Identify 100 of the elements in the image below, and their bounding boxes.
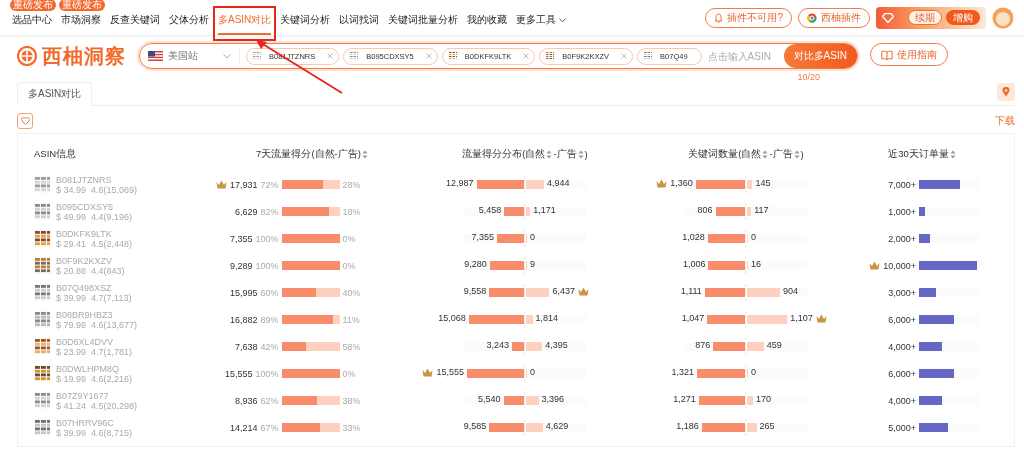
price: $ 49.99	[56, 211, 87, 222]
close-icon[interactable]	[621, 53, 628, 59]
sort-icon[interactable]	[762, 149, 769, 159]
plugin-button[interactable]: 插件不可用?	[705, 7, 792, 28]
cell-value: 1,814	[535, 313, 559, 323]
browser-icon	[807, 12, 817, 23]
asin-count: 10/20	[797, 72, 820, 82]
rating: 4.4(843)	[91, 265, 125, 276]
cell-value: 0	[751, 232, 756, 242]
organic-percent: 89%	[260, 314, 279, 325]
nav-item[interactable]: 多ASIN对比	[218, 13, 272, 35]
cell-value: 3,396	[541, 394, 565, 404]
cell-value: 1,006	[682, 259, 706, 269]
cell-value: 1,107	[790, 313, 813, 323]
buy-button[interactable]: 增购	[946, 10, 980, 25]
asin-code[interactable]: B0DWLHPM8Q	[56, 363, 133, 374]
asin-code[interactable]: B095CDXSY5	[56, 201, 133, 212]
sort-icon[interactable]	[361, 149, 368, 159]
brand-name: 西柚洞察	[42, 43, 126, 69]
heart-icon	[20, 117, 30, 125]
organic-percent: 100%	[255, 260, 279, 271]
nav-item[interactable]: 以词找词	[339, 13, 380, 35]
nav-item[interactable]: 父体分析	[169, 13, 209, 35]
asin-code[interactable]: B07HRRV96C	[56, 417, 133, 428]
order-count: 4,000+	[888, 395, 916, 406]
cell-value: 117	[754, 205, 769, 215]
nav-item[interactable]: 关键词分析	[280, 13, 331, 35]
rating: 4.4(9,196)	[91, 211, 133, 222]
order-count: 5,000+	[888, 422, 916, 433]
rating: 4.5(2,448)	[91, 238, 133, 249]
sort-icon[interactable]	[546, 149, 553, 159]
cell-value: 0	[530, 367, 535, 377]
column-header: 流量得分分布(自然	[462, 147, 546, 161]
score-value: 15,555	[224, 368, 253, 379]
asin-code[interactable]: B08BR9HBZ3	[56, 309, 138, 320]
cell-value: 0	[530, 232, 535, 242]
asin-code[interactable]: B07Z9Y1677	[56, 390, 138, 401]
asin-input[interactable]: 点击输入ASIN	[707, 50, 778, 62]
badge: 重磅发布	[59, 0, 105, 11]
price: $ 29.41	[56, 238, 87, 249]
bell-icon	[714, 12, 724, 23]
organic-percent: 82%	[260, 206, 279, 217]
ad-percent: 38%	[342, 395, 361, 406]
pin-button[interactable]	[997, 83, 1015, 101]
book-icon	[880, 49, 893, 60]
sort-icon[interactable]	[793, 149, 800, 159]
order-count: 6,000+	[888, 314, 916, 325]
order-count: 6,000+	[888, 368, 916, 379]
tab[interactable]: 多ASIN对比	[17, 82, 93, 106]
column-header: ASIN信息	[34, 147, 77, 161]
nav-item[interactable]: 我的收藏	[467, 13, 508, 35]
chevron-icon	[223, 53, 231, 59]
flag-icon	[148, 51, 163, 61]
column-header: )	[800, 148, 804, 160]
rating: 4.7(1,781)	[91, 346, 133, 357]
nav-item[interactable]: 关键词批量分析	[388, 13, 459, 35]
cell-value: 1,360	[670, 178, 693, 188]
asin-code[interactable]: B0F9K2KXZV	[56, 255, 125, 266]
close-icon[interactable]	[327, 53, 334, 59]
cell-value: 1,171	[533, 205, 556, 215]
nav-item[interactable]: 选品中心	[12, 13, 52, 35]
cell-value: 459	[766, 340, 782, 350]
score-value: 15,995	[229, 287, 258, 298]
cell-value: 15,068	[438, 313, 466, 323]
organic-percent: 72%	[260, 179, 279, 190]
avatar-icon[interactable]	[992, 6, 1014, 29]
rating: 4.5(20,298)	[91, 400, 138, 411]
sort-icon[interactable]	[949, 149, 956, 159]
cell-value: 806	[697, 205, 713, 215]
cell-value: 265	[759, 421, 775, 431]
nav-item[interactable]: 更多工具	[516, 13, 567, 35]
cell-value: 0	[751, 367, 756, 377]
nav-item[interactable]: 市场洞察	[61, 13, 101, 35]
score-value: 6,629	[234, 206, 258, 217]
nav-item[interactable]: 反查关键词	[110, 13, 160, 35]
guide-button[interactable]: 使用指南	[869, 43, 948, 66]
column-header: 关键词数量(自然	[688, 147, 762, 161]
rating: 4.6(13,677)	[91, 319, 138, 330]
favorite-button[interactable]	[17, 113, 33, 129]
compare-button[interactable]: 对比多ASIN	[783, 44, 857, 68]
plugin-button[interactable]: 西柚插件	[798, 7, 870, 28]
asin-code[interactable]: B0DKFK9LTK	[56, 228, 133, 239]
cell-value: 145	[755, 178, 771, 188]
order-count: 3,000+	[888, 287, 916, 298]
close-icon[interactable]	[523, 53, 530, 59]
download-link[interactable]: 下载	[995, 114, 1015, 128]
cell-value: 1,186	[676, 421, 699, 431]
cell-value: 5,458	[478, 205, 502, 215]
score-value: 14,214	[229, 422, 258, 433]
asin-code[interactable]: B07Q498XSZ	[56, 282, 132, 293]
sort-icon[interactable]	[577, 149, 584, 159]
ad-percent: 33%	[342, 422, 361, 433]
asin-code[interactable]: B081JTZNRS	[56, 174, 138, 185]
close-icon[interactable]	[425, 53, 432, 59]
site-select[interactable]: 美国站	[148, 49, 240, 63]
renew-button[interactable]: 续期	[908, 10, 942, 25]
asin-code[interactable]: B0D6XL4DVV	[56, 336, 133, 347]
cell-value: 5,540	[478, 394, 501, 404]
organic-percent: 100%	[255, 368, 279, 379]
ad-percent: 40%	[342, 287, 361, 298]
